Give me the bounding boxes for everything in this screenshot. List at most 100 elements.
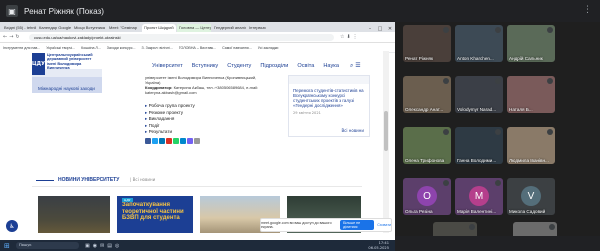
participant-name: Андрій Сальник	[509, 56, 543, 61]
windows-start-icon[interactable]: ⊞	[4, 242, 12, 250]
participant-tile[interactable]: Наталя Б...	[507, 76, 555, 113]
participant-name: Марія Валентині...	[457, 209, 497, 214]
participant-tile[interactable]: Андрій Сальник	[507, 25, 555, 62]
nav-item[interactable]: Студенту	[227, 63, 251, 69]
sidebar-link-international-events[interactable]: Міжнародні наукові заходи	[32, 77, 102, 93]
news-all-link[interactable]: | Всі новини	[130, 177, 155, 182]
participant-avatar: V	[521, 186, 541, 206]
taskbar-search[interactable]: Пошук	[16, 242, 79, 249]
mic-muted-icon	[549, 224, 555, 230]
participant-name: Наталя Б...	[509, 107, 533, 112]
browser-tab[interactable]: Meet: "Семінар	[107, 24, 141, 32]
nav-item[interactable]: Вступнику	[192, 63, 219, 69]
logo-mark: ЦДУ	[32, 53, 45, 75]
self-view-bar	[395, 236, 600, 251]
mic-muted-icon	[547, 129, 553, 135]
participant-name: Ренат Ріжняк	[405, 56, 433, 61]
nav-item[interactable]: Підрозділи	[260, 63, 288, 69]
bookmark-item[interactable]: Україські творчі...	[46, 46, 75, 50]
share-banner-text: meet.google.com ви ваш доступ до вашого …	[261, 221, 332, 229]
project-menu-item[interactable]: Робоча група проекту	[145, 103, 195, 110]
participant-tile[interactable]: Людмила Іванівн...	[507, 127, 555, 164]
news-thumbnail[interactable]	[38, 196, 110, 233]
news-card-title[interactable]: Перемога студентів-статистиків на Всеукр…	[289, 84, 369, 108]
participant-tile[interactable]: М Марія Валентині...	[455, 178, 503, 215]
participant-name: Ганна Володими...	[457, 158, 497, 163]
mic-muted-icon	[495, 180, 501, 186]
bookmark-item[interactable]: Самої навчання...	[222, 46, 252, 50]
bookmark-item[interactable]: Кошкіна Л...	[81, 46, 101, 50]
mic-muted-icon	[547, 78, 553, 84]
search-icon[interactable]: ⌕ ☰	[350, 62, 361, 70]
telegram-icon[interactable]	[180, 138, 186, 144]
bookmark-item[interactable]: Заходи конкурс...	[107, 46, 136, 50]
mic-muted-icon	[547, 180, 553, 186]
scrollbar-thumb[interactable]	[384, 111, 388, 151]
news-thumbnail[interactable]: ЦДУ Започаткування теоретичної частини Б…	[117, 196, 193, 233]
windows-taskbar: ⊞ Пошук ▣◉✉▤◎ 17:41 06.05.2025	[0, 240, 395, 251]
participant-tile[interactable]: Volodymyr Narad...	[455, 76, 503, 113]
bookmark-item[interactable]: Інструменти для нав...	[3, 46, 40, 50]
presenter-label: Ренат Ріжняк (Показ)	[24, 6, 105, 16]
back-forward-reload-icons[interactable]: ←→↻	[0, 34, 29, 40]
participant-tile[interactable]: V Микола Садовий	[507, 178, 555, 215]
mic-muted-icon	[547, 27, 553, 33]
url-field[interactable]: cusu.edu.ua/ua/naukovi-zaklady/proekt-uk…	[29, 33, 334, 41]
participant-name: Ольга Резіна	[405, 209, 433, 214]
minimize-icon[interactable]: –	[365, 26, 375, 32]
participant-tile[interactable]: Anton Kharchen...	[455, 25, 503, 62]
hide-banner-button[interactable]: Сховати	[377, 223, 391, 227]
project-info: університет імені Володимира Винниченка …	[145, 75, 265, 95]
page-scrollbar[interactable]	[383, 51, 389, 233]
news-card[interactable]: Перемога студентів-статистиків на Всеукр…	[288, 75, 370, 137]
bookmark-item[interactable]: ГОЛОВНА – Виставк...	[179, 46, 216, 50]
nav-item[interactable]: Освіта	[297, 63, 314, 69]
browser-tab[interactable]: Вхідні (55) - tehnik-	[2, 24, 36, 32]
viber-icon[interactable]	[187, 138, 193, 144]
more-options-icon[interactable]: ⋮	[583, 5, 592, 15]
divider	[36, 180, 54, 181]
nav-item[interactable]: Наука	[323, 63, 339, 69]
browser-tab[interactable]: Інтервью	[247, 24, 281, 32]
main-navigation: Університет Вступнику Студенту Підрозділ…	[152, 63, 348, 69]
nav-item[interactable]: Університет	[152, 63, 183, 69]
coordinator-email[interactable]: kateryna.akbash@gmail.com	[145, 90, 265, 95]
meet-presenter-bar: ▣ Ренат Ріжняк (Показ) ⋮	[0, 0, 600, 22]
linkedin-icon[interactable]	[159, 138, 165, 144]
bookmark-item[interactable]: З. Закрил: вілічні...	[142, 46, 173, 50]
whatsapp-icon[interactable]	[173, 138, 179, 144]
browser-tab[interactable]: Гендерний аналіз	[212, 24, 246, 32]
facebook-icon[interactable]	[145, 138, 151, 144]
taskbar-app-icons[interactable]: ▣◉✉▤◎	[85, 243, 122, 249]
participant-tile[interactable]: О Ольга Резіна	[403, 178, 451, 215]
bookmark-item[interactable]: Усі закладки	[258, 46, 279, 50]
browser-tab-active[interactable]: Проект Шкідрий	[142, 24, 176, 32]
project-menu: Робоча група проекту Резюме проекту Викл…	[145, 103, 195, 136]
stop-sharing-button[interactable]: Більше не ділитися	[340, 220, 375, 230]
address-bar: ←→↻ cusu.edu.ua/ua/naukovi-zaklady/proek…	[0, 32, 395, 43]
participant-tile[interactable]: Ренат Ріжняк	[403, 25, 451, 62]
mic-muted-icon	[443, 78, 449, 84]
participant-tile[interactable]: Олександр Анат...	[403, 76, 451, 113]
maximize-icon[interactable]: □	[375, 26, 385, 32]
university-logo[interactable]: ЦДУ Центральноукраїнський державний унів…	[32, 53, 98, 77]
all-news-link[interactable]: Всі новини	[341, 128, 364, 133]
close-icon[interactable]: ✕	[385, 26, 395, 32]
taskbar-clock[interactable]: 17:41 06.05.2025	[368, 241, 389, 250]
share-icon[interactable]	[194, 138, 200, 144]
browser-tab[interactable]: Місця Вступника	[72, 24, 106, 32]
screen-share-banner: meet.google.com ви ваш доступ до вашого …	[260, 218, 392, 232]
twitter-icon[interactable]	[152, 138, 158, 144]
participant-tile[interactable]: Ганна Володими...	[455, 127, 503, 164]
extensions-icons[interactable]: ☆⬇⋮	[340, 34, 360, 40]
browser-tab[interactable]: Головна — Центр	[177, 24, 211, 32]
news-section-title: НОВИНИ УНІВЕРСИТЕТУ	[58, 177, 120, 183]
project-menu-item[interactable]: Результати	[145, 129, 195, 136]
browser-tab-strip: Вхідні (55) - tehnik- Календар Google - …	[0, 22, 395, 32]
participant-avatar: О	[417, 186, 437, 206]
participant-tile[interactable]: Олена Трифонова	[403, 127, 451, 164]
browser-tab[interactable]: Календар Google -	[37, 24, 71, 32]
mic-muted-icon	[495, 129, 501, 135]
accessibility-icon[interactable]: ♿	[6, 220, 18, 232]
gmail-icon[interactable]	[166, 138, 172, 144]
